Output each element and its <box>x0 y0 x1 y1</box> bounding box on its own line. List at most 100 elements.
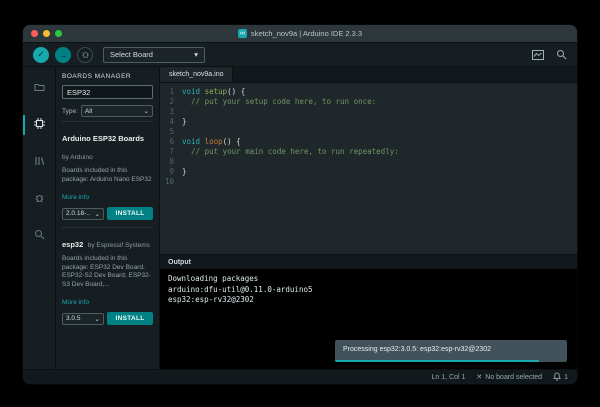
close-icon: ✕ <box>476 373 482 381</box>
output-panel-header[interactable]: Output <box>160 254 577 269</box>
line-number: 4 <box>160 117 182 127</box>
entry-title-line: esp32 by Espressif Systems <box>62 234 153 252</box>
code-line: 8 <box>160 157 577 167</box>
entry-title-line: Arduino ESP32 Boards by Arduino <box>62 128 153 164</box>
debug-button[interactable] <box>77 47 93 63</box>
code-line: 9} <box>160 167 577 177</box>
output-console[interactable]: Downloading packagesarduino:dfu-util@0.1… <box>160 269 577 369</box>
version-dropdown[interactable]: 3.0.5 ⌄ <box>62 313 104 325</box>
progress-toast: Processing esp32:3.0.5: esp32:esp-rv32@2… <box>335 340 567 363</box>
tab-label: sketch_nov9a.ino <box>169 71 223 78</box>
code-text: // put your main code here, to run repea… <box>182 147 399 157</box>
bug-icon <box>34 190 45 208</box>
output-title: Output <box>168 259 191 266</box>
arduino-ide-window: ∞ sketch_nov9a | Arduino IDE 2.3.3 ✓ → S… <box>22 24 578 385</box>
output-line: arduino:dfu-util@0.11.0-arduino5 <box>168 285 569 296</box>
code-text: // put your setup code here, to run once… <box>182 97 376 107</box>
toolbar-right <box>532 49 567 60</box>
boards-search-input[interactable] <box>62 85 153 99</box>
package-description: Boards included in this package: ESP32 D… <box>62 255 153 289</box>
line-number: 10 <box>160 177 182 187</box>
progress-bar <box>335 360 539 362</box>
board-status-label: No board selected <box>485 374 542 381</box>
code-line: 5 <box>160 127 577 137</box>
panel-title: BOARDS MANAGER <box>62 73 153 80</box>
notifications[interactable]: 1 <box>553 372 568 383</box>
output-line: Downloading packages <box>168 274 569 285</box>
code-text: } <box>182 117 187 127</box>
sidebar-item-boards-manager[interactable] <box>23 114 55 136</box>
code-line: 1void setup() { <box>160 87 577 97</box>
chevron-down-icon: ⌄ <box>95 210 100 218</box>
window-title-area: ∞ sketch_nov9a | Arduino IDE 2.3.3 <box>23 29 577 38</box>
main-content: BOARDS MANAGER Type: All ⌄ Arduino ESP32… <box>23 67 577 369</box>
minimize-window-button[interactable] <box>43 30 50 37</box>
chevron-down-icon: ⌄ <box>144 107 149 115</box>
window-title: sketch_nov9a | Arduino IDE 2.3.3 <box>251 29 362 38</box>
more-info-link[interactable]: More info <box>62 299 89 306</box>
search-icon <box>34 227 45 245</box>
sidebar-item-search[interactable] <box>23 225 55 247</box>
version-value: 3.0.5 <box>66 315 80 322</box>
chevron-down-icon: ▾ <box>194 50 198 59</box>
output-console-lines: Downloading packagesarduino:dfu-util@0.1… <box>168 274 569 306</box>
package-name: Arduino ESP32 Boards <box>62 134 144 143</box>
package-author: by Espressif Systems <box>88 242 150 249</box>
check-icon: ✓ <box>37 49 45 60</box>
line-number: 1 <box>160 87 182 97</box>
activity-bar <box>23 67 56 369</box>
status-bar: Ln 1, Col 1 ✕ No board selected 1 <box>23 369 577 384</box>
code-line: 4} <box>160 117 577 127</box>
package-author: by Arduino <box>62 154 93 161</box>
window-controls <box>31 30 62 37</box>
titlebar[interactable]: ∞ sketch_nov9a | Arduino IDE 2.3.3 <box>23 25 577 43</box>
serial-plotter-icon[interactable] <box>532 50 544 60</box>
zoom-window-button[interactable] <box>55 30 62 37</box>
line-number: 5 <box>160 127 182 137</box>
line-number: 8 <box>160 157 182 167</box>
code-line: 3 <box>160 107 577 117</box>
code-line: 10 <box>160 177 577 187</box>
type-filter-dropdown[interactable]: All ⌄ <box>81 105 153 117</box>
serial-monitor-icon[interactable] <box>556 49 567 60</box>
bell-icon <box>553 372 561 383</box>
board-selector-label: Select Board <box>110 50 153 59</box>
line-number: 2 <box>160 97 182 107</box>
desktop-background: ∞ sketch_nov9a | Arduino IDE 2.3.3 ✓ → S… <box>0 0 600 407</box>
version-value: 2.0.18-.. <box>66 210 90 217</box>
line-number: 7 <box>160 147 182 157</box>
bug-icon <box>81 50 90 59</box>
boards-manager-panel: BOARDS MANAGER Type: All ⌄ Arduino ESP32… <box>56 67 160 369</box>
arduino-app-icon: ∞ <box>238 29 247 38</box>
line-number: 3 <box>160 107 182 117</box>
code-text: void loop() { <box>182 137 241 147</box>
close-window-button[interactable] <box>31 30 38 37</box>
folder-icon <box>34 79 45 97</box>
cursor-position[interactable]: Ln 1, Col 1 <box>432 374 466 381</box>
toast-message: Processing esp32:3.0.5: esp32:esp-rv32@2… <box>343 346 491 353</box>
type-label: Type: <box>62 108 78 115</box>
install-button[interactable]: INSTALL <box>107 312 153 325</box>
upload-button[interactable]: → <box>55 47 71 63</box>
sidebar-item-sketchbook[interactable] <box>23 77 55 99</box>
install-button[interactable]: INSTALL <box>107 207 153 220</box>
package-description: Boards included in this package: Arduino… <box>62 167 153 184</box>
verify-button[interactable]: ✓ <box>33 47 49 63</box>
type-filter-value: All <box>85 108 92 115</box>
sidebar-item-library-manager[interactable] <box>23 151 55 173</box>
code-area[interactable]: 1void setup() {2 // put your setup code … <box>160 83 577 254</box>
notification-count: 1 <box>564 374 568 381</box>
board-selector-dropdown[interactable]: Select Board ▾ <box>103 47 205 63</box>
editor-column: sketch_nov9a.ino 1void setup() {2 // put… <box>160 67 577 369</box>
code-text: } <box>182 167 187 177</box>
version-dropdown[interactable]: 2.0.18-.. ⌄ <box>62 208 104 220</box>
type-filter-row: Type: All ⌄ <box>62 105 153 117</box>
more-info-link[interactable]: More info <box>62 194 89 201</box>
code-text: void setup() { <box>182 87 245 97</box>
board-status[interactable]: ✕ No board selected <box>476 373 542 381</box>
package-actions: 2.0.18-.. ⌄ INSTALL <box>62 207 153 220</box>
sidebar-item-debug[interactable] <box>23 188 55 210</box>
code-line: 6void loop() { <box>160 137 577 147</box>
board-package-entry: Arduino ESP32 Boards by Arduino Boards i… <box>62 121 153 227</box>
tab-sketch[interactable]: sketch_nov9a.ino <box>160 67 233 82</box>
